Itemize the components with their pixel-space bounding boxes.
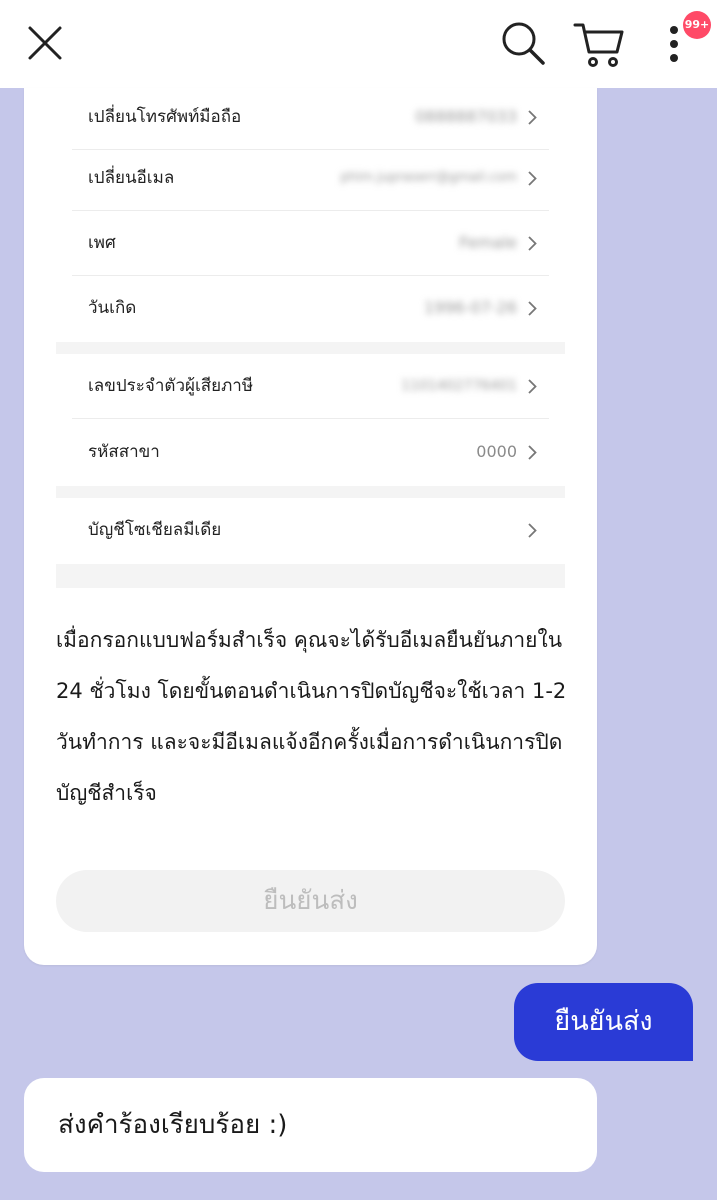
row-label: เปลี่ยนอีเมล: [88, 168, 175, 188]
chevron-right-icon: [528, 379, 537, 394]
row-label: รหัสสาขา: [88, 442, 160, 462]
row-label: เปลี่ยนโทรศัพท์มือถือ: [88, 107, 242, 127]
row-tax-id[interactable]: เลขประจำตัวผู้เสียภาษี 1101402776401: [72, 354, 549, 419]
row-value: 1101402776401: [401, 378, 517, 394]
outgoing-message-bubble: ยืนยันส่ง: [514, 983, 693, 1061]
cart-icon[interactable]: [573, 20, 625, 68]
row-gender[interactable]: เพศ Female: [72, 211, 549, 276]
section-separator: [56, 564, 565, 588]
chevron-right-icon: [528, 523, 537, 538]
row-value: 1996-07-26: [424, 298, 517, 317]
row-label: เพศ: [88, 233, 116, 253]
section-separator: [56, 486, 565, 498]
close-icon[interactable]: [26, 24, 64, 62]
info-text: เมื่อกรอกแบบฟอร์มสำเร็จ คุณจะได้รับอีเมล…: [56, 628, 567, 805]
chevron-right-icon: [528, 445, 537, 460]
notification-badge: 99+: [683, 11, 711, 39]
search-icon[interactable]: [500, 20, 546, 66]
row-change-phone[interactable]: เปลี่ยนโทรศัพท์มือถือ 0888887033: [72, 88, 549, 150]
row-label: วันเกิด: [88, 298, 137, 318]
row-social-accounts[interactable]: บัญชีโซเชียลมีเดีย: [72, 498, 549, 562]
more-vertical-icon[interactable]: [666, 24, 682, 64]
row-value: 0888887033: [415, 107, 517, 126]
row-branch-code[interactable]: รหัสสาขา 0000: [72, 420, 549, 484]
incoming-message-bubble: ส่งคำร้องเรียบร้อย :): [24, 1078, 597, 1172]
row-birthday[interactable]: วันเกิด 1996-07-26: [72, 276, 549, 340]
row-value: phim.jupraserr@gmail.com: [340, 170, 517, 185]
top-bar: 99+: [0, 0, 717, 88]
row-label: บัญชีโซเชียลมีเดีย: [88, 520, 222, 540]
row-change-email[interactable]: เปลี่ยนอีเมล phim.jupraserr@gmail.com: [72, 146, 549, 211]
account-info-card: เปลี่ยนโทรศัพท์มือถือ 0888887033 เปลี่ยน…: [24, 88, 597, 965]
row-label: เลขประจำตัวผู้เสียภาษี: [88, 376, 254, 396]
section-separator: [56, 342, 565, 354]
chevron-right-icon: [528, 301, 537, 316]
row-value: Female: [459, 233, 517, 252]
chevron-right-icon: [528, 171, 537, 186]
incoming-message-text: ส่งคำร้องเรียบร้อย :): [58, 1110, 288, 1140]
confirm-submit-button[interactable]: ยืนยันส่ง: [56, 870, 565, 932]
chevron-right-icon: [528, 110, 537, 125]
chevron-right-icon: [528, 236, 537, 251]
row-value: 0000: [476, 442, 517, 461]
